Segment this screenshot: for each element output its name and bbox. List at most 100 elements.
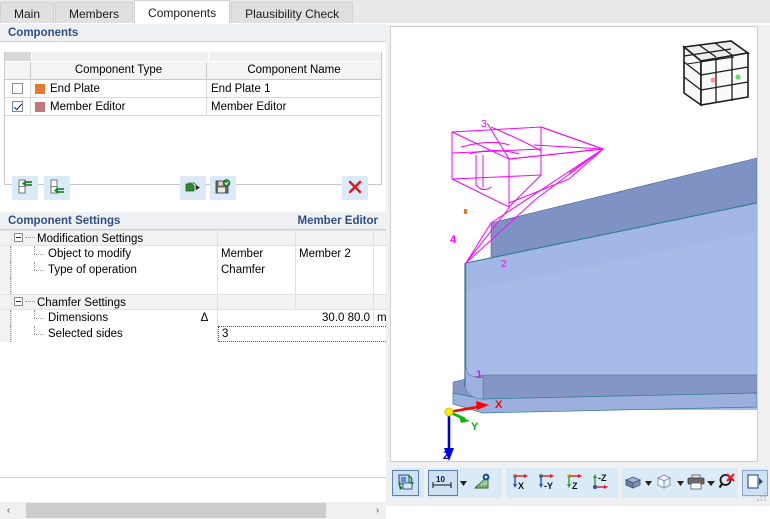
measure-button[interactable] <box>468 470 495 496</box>
tab-plausibility-check[interactable]: Plausibility Check <box>231 2 354 24</box>
model-3d-view[interactable]: 4 2 1 3 X Y Z <box>390 26 758 462</box>
svg-text:Z: Z <box>572 481 578 491</box>
settings-row-type-of-operation[interactable]: Type of operation Chamfer <box>0 262 386 278</box>
view-toolbar-group-2: 10 <box>428 468 502 498</box>
dimensions-unit-cell: mm <box>374 310 386 326</box>
row-checkbox[interactable] <box>12 101 23 112</box>
group-rest-cell <box>374 295 386 309</box>
row-label-cell: Selected sides <box>12 326 192 342</box>
group-label-cell: Modification Settings <box>12 231 192 245</box>
selection-label-2: 2 <box>501 259 507 270</box>
scroll-right-arrow-icon[interactable]: › <box>369 502 386 519</box>
collapse-icon[interactable] <box>14 297 23 307</box>
group-label-cell: Chamfer Settings <box>12 295 192 309</box>
delete-component-button[interactable] <box>342 176 368 200</box>
scroll-track[interactable] <box>17 502 369 519</box>
view-x-button[interactable]: X <box>506 470 533 496</box>
row-symbol-cell: Δ <box>192 310 218 326</box>
column-header-component-type[interactable]: Component Type <box>31 62 207 79</box>
row-label: Object to modify <box>48 248 132 260</box>
window-resize-grip[interactable] <box>756 490 768 502</box>
node-marker <box>464 209 467 214</box>
insert-component-after-button[interactable] <box>44 176 70 200</box>
components-table-grouping-row <box>5 52 381 62</box>
table-row[interactable]: End Plate End Plate 1 <box>5 80 381 98</box>
row-value-cell[interactable]: Chamfer <box>218 262 296 278</box>
row-value-cell[interactable]: Member <box>218 246 296 262</box>
wireframe-box-icon <box>655 473 673 493</box>
tree-elbow <box>34 326 48 342</box>
chevron-down-icon <box>676 480 684 486</box>
insert-component-before-button[interactable] <box>12 176 38 200</box>
view-negative-y-button[interactable]: -Y <box>533 470 560 496</box>
tree-gutter <box>0 326 12 342</box>
scale-dropdown-caret[interactable] <box>458 470 468 496</box>
wireframe-view-dropdown-caret[interactable] <box>676 470 684 496</box>
view-z-button[interactable]: Z <box>560 470 587 496</box>
selected-sides-input[interactable]: 3 <box>218 326 386 342</box>
print-dropdown-caret[interactable] <box>707 470 716 496</box>
chevron-down-icon <box>707 480 716 486</box>
tab-main-label: Main <box>14 7 41 21</box>
component-settings-title: Component Settings <box>8 215 121 227</box>
render-mode-button[interactable] <box>392 470 419 496</box>
insert-component-after-icon <box>48 178 66 199</box>
row-checkbox-cell[interactable] <box>5 98 31 115</box>
tab-bar: Main Members Components Plausibility Che… <box>0 0 770 24</box>
zoom-reset-button[interactable] <box>715 470 738 496</box>
settings-row-dimensions[interactable]: Dimensions Δ 30.0 80.0 mm <box>0 310 386 326</box>
row-component-name-cell[interactable]: Member Editor <box>207 98 381 115</box>
left-panel-horizontal-scrollbar[interactable]: ‹ › <box>0 502 386 519</box>
print-button[interactable] <box>684 470 707 496</box>
tab-main[interactable]: Main <box>0 2 55 24</box>
save-component-button[interactable] <box>210 176 236 200</box>
solid-view-dropdown-caret[interactable] <box>645 470 653 496</box>
import-component-button[interactable] <box>180 176 206 200</box>
row-value2-cell[interactable]: Member 2 <box>296 246 374 262</box>
insert-component-before-icon <box>16 178 34 199</box>
row-rest-cell <box>374 262 386 278</box>
group-value-cell <box>218 295 296 309</box>
table-row[interactable]: Member Editor Member Editor <box>5 98 381 116</box>
settings-row-selected-sides[interactable]: Selected sides 3 <box>0 326 386 342</box>
chevron-down-icon <box>645 480 653 486</box>
view-negative-z-button[interactable]: -Z <box>587 470 614 496</box>
components-section-title: Components <box>8 27 79 39</box>
view-negative-z-icon: -Z <box>590 473 612 494</box>
row-component-type-cell[interactable]: Member Editor <box>31 98 207 115</box>
settings-group-chamfer[interactable]: Chamfer Settings <box>0 294 386 310</box>
solid-view-button[interactable] <box>622 470 645 496</box>
grouping-cell-2 <box>209 52 381 61</box>
row-label-cell: Type of operation <box>12 262 192 278</box>
dimensions-value-cell[interactable]: 30.0 80.0 <box>218 310 374 326</box>
row-component-name-cell[interactable]: End Plate 1 <box>207 80 381 97</box>
wireframe-view-button[interactable] <box>653 470 676 496</box>
scale-button[interactable]: 10 <box>428 470 458 496</box>
close-icon <box>347 179 363 198</box>
scroll-thumb[interactable] <box>26 503 326 518</box>
group-value2-cell <box>296 295 374 309</box>
row-checkbox[interactable] <box>12 83 23 94</box>
tab-members[interactable]: Members <box>55 2 134 24</box>
tree-dash <box>25 301 35 303</box>
collapse-icon[interactable] <box>14 233 23 243</box>
model-3d-canvas[interactable]: 4 2 1 3 X Y Z <box>391 27 757 461</box>
measure-icon <box>473 473 491 494</box>
column-header-check[interactable] <box>5 62 31 79</box>
tree-gutter <box>0 295 12 309</box>
component-color-swatch <box>35 83 45 94</box>
tree-dash <box>25 237 35 239</box>
settings-row-object-to-modify[interactable]: Object to modify Member Member 2 <box>0 246 386 262</box>
view-toolbar-group-3: X -Y Z -Z <box>506 468 618 498</box>
row-value2-cell[interactable] <box>296 262 374 278</box>
spacer-label-cell <box>12 278 192 294</box>
row-component-type-cell[interactable]: End Plate <box>31 80 207 97</box>
group-label: Modification Settings <box>37 233 144 245</box>
tab-components[interactable]: Components <box>134 0 231 24</box>
column-header-component-name[interactable]: Component Name <box>207 62 381 79</box>
settings-group-modification[interactable]: Modification Settings <box>0 230 386 246</box>
row-checkbox-cell[interactable] <box>5 80 31 97</box>
row-label: Selected sides <box>48 328 123 340</box>
tab-plausibility-check-label: Plausibility Check <box>245 7 340 21</box>
scroll-left-arrow-icon[interactable]: ‹ <box>0 502 17 519</box>
